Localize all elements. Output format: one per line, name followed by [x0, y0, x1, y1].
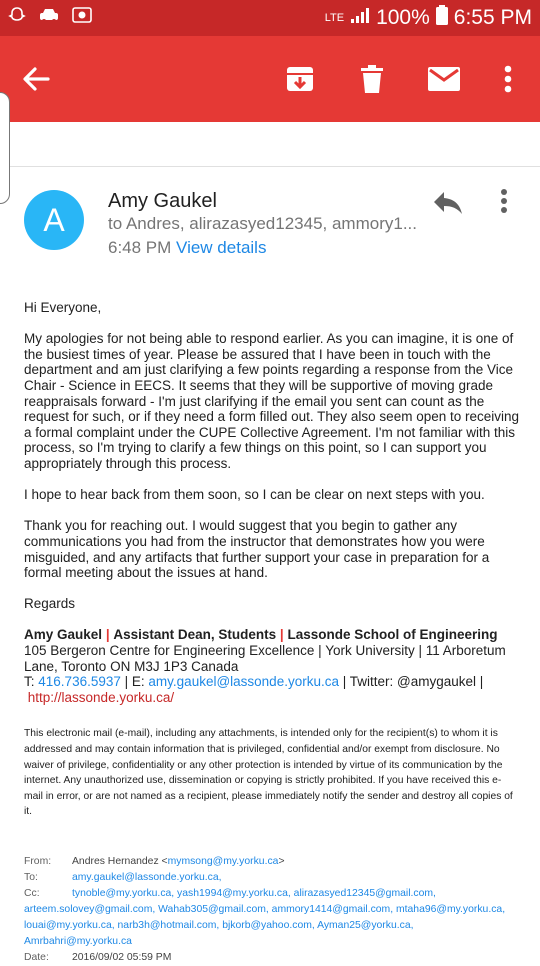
date-row: Date: 2016/09/02 05:59 PM	[24, 952, 172, 963]
regards: Regards	[24, 596, 76, 612]
more-vertical-icon	[504, 65, 512, 93]
paragraph: I hope to hear back from them soon, so I…	[24, 487, 485, 503]
car-icon	[38, 6, 60, 29]
phone-link[interactable]: 416.736.5937	[38, 674, 121, 689]
paragraph: My apologies for not being able to respo…	[24, 331, 520, 471]
email-link[interactable]: amy.gaukel@lassonde.yorku.ca	[148, 674, 339, 689]
cc-address-links[interactable]: louai@my.yorku.ca, narb3h@hotmail.com, b…	[24, 918, 534, 934]
signature-school: Lassonde School of Engineering	[287, 627, 498, 643]
battery-icon	[435, 5, 448, 31]
drawer-edge[interactable]	[0, 92, 10, 204]
signature-address: 105 Bergeron Centre for Engineering Exce…	[24, 643, 506, 659]
status-bar: LTE 100% 6:55 PM	[0, 0, 540, 36]
network-type: LTE	[324, 12, 345, 24]
toolbar	[0, 36, 540, 122]
signature-url-row: http://lassonde.yorku.ca/	[24, 690, 520, 706]
mark-unread-button[interactable]	[422, 36, 466, 122]
signal-icon	[350, 6, 370, 30]
subject-bar	[0, 92, 540, 204]
quoted-headers: From: Andres Hernandez <mymsong@my.yorku.…	[24, 854, 534, 966]
mail-icon	[428, 67, 460, 91]
reply-button[interactable]	[432, 190, 468, 218]
overflow-menu-button[interactable]	[490, 36, 526, 122]
system-status: LTE 100% 6:55 PM	[325, 5, 532, 31]
battery-percent: 100%	[376, 6, 430, 29]
to-address-link[interactable]: amy.gaukel@lassonde.yorku.ca,	[72, 872, 222, 883]
avatar[interactable]: A	[24, 190, 84, 250]
delete-icon	[361, 65, 383, 93]
message-time-row: 6:48 PM View details	[108, 238, 266, 258]
archive-icon	[287, 67, 313, 91]
archive-button[interactable]	[278, 36, 322, 122]
recipients-summary: to Andres, alirazasyed12345, ammory1...	[108, 214, 417, 233]
cc-address-links[interactable]: arteem.solovey@gmail.com, Wahab305@gmail…	[24, 902, 534, 918]
snapchat-icon	[8, 6, 26, 29]
sender-name: Amy Gaukel	[108, 190, 217, 212]
signature-title: Assistant Dean, Students	[113, 627, 277, 643]
from-address-link[interactable]: mymsong@my.yorku.ca	[168, 856, 279, 867]
cc-address-links[interactable]: Amrbahri@my.yorku.ca	[24, 934, 534, 950]
notification-icons	[8, 6, 92, 29]
website-link[interactable]: http://lassonde.yorku.ca/	[28, 690, 174, 705]
back-arrow-icon	[23, 67, 50, 91]
signature: Amy Gaukel | Assistant Dean, Students | …	[24, 627, 520, 705]
to-row: To: amy.gaukel@lassonde.yorku.ca,	[24, 872, 222, 883]
signature-title-line: Amy Gaukel | Assistant Dean, Students | …	[24, 627, 498, 643]
cc-row: Cc: tynoble@my.yorku.ca, yash1994@my.york…	[24, 888, 436, 899]
reply-icon	[434, 192, 462, 214]
signature-address: Lane, Toronto ON M3J 1P3 Canada	[24, 658, 239, 674]
message-more-button[interactable]	[500, 188, 520, 218]
from-row: From: Andres Hernandez <mymsong@my.yorku.…	[24, 856, 285, 867]
paragraph: Thank you for reaching out. I would sugg…	[24, 518, 490, 581]
message-body: Hi Everyone, My apologies for not being …	[24, 300, 520, 836]
view-details-link[interactable]: View details	[176, 238, 266, 257]
more-vertical-icon	[501, 189, 507, 213]
clock: 6:55 PM	[453, 6, 532, 29]
disclaimer: This electronic mail (e-mail), including…	[24, 728, 513, 818]
delete-button[interactable]	[350, 36, 394, 122]
back-button[interactable]	[14, 36, 58, 122]
photo-icon	[72, 6, 92, 29]
cc-address-links[interactable]: tynoble@my.yorku.ca, yash1994@my.yorku.c…	[72, 888, 436, 899]
message-time: 6:48 PM	[108, 238, 172, 257]
signature-contact: T: 416.736.5937 | E: amy.gaukel@lassonde…	[24, 674, 484, 690]
greeting: Hi Everyone,	[24, 300, 102, 315]
signature-name: Amy Gaukel	[24, 627, 103, 643]
